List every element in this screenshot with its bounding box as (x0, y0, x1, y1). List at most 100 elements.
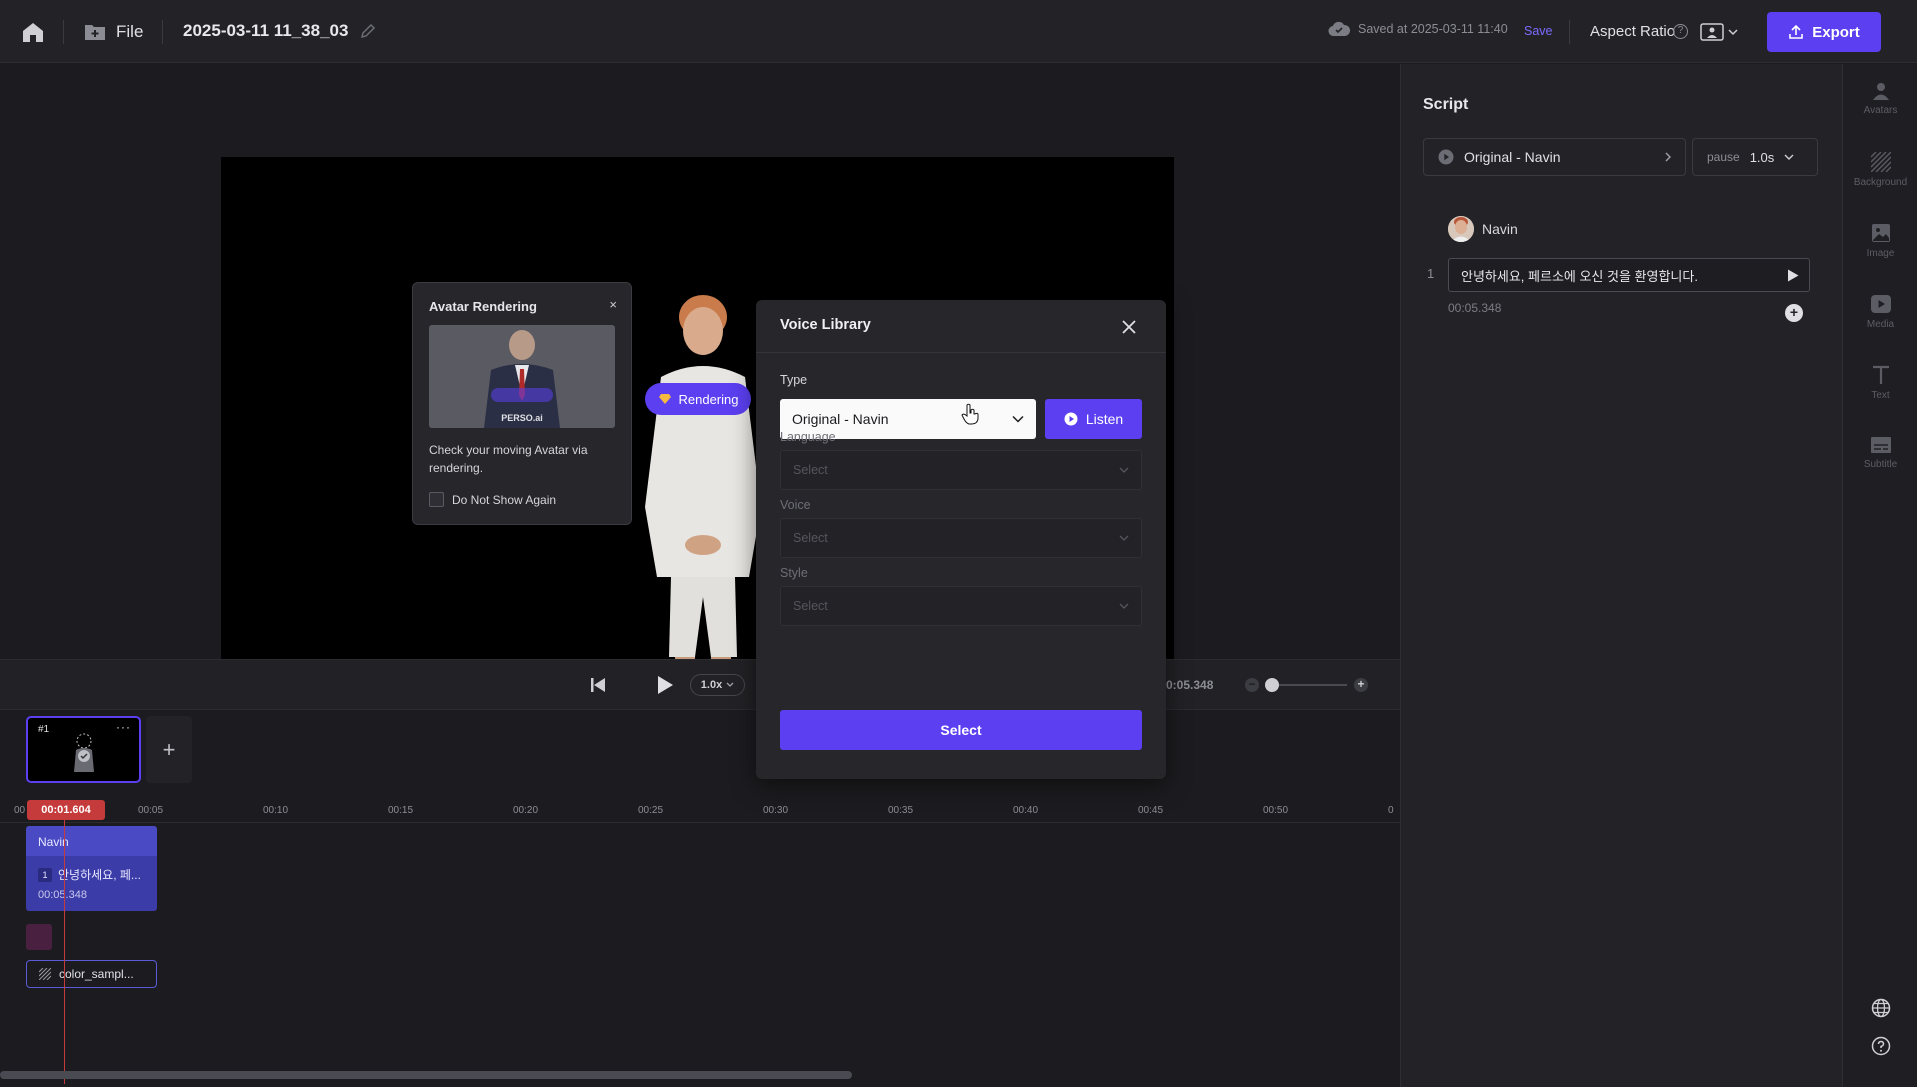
hand-cursor-icon (961, 403, 979, 425)
close-icon[interactable]: × (609, 297, 617, 312)
portrait-icon (1700, 23, 1724, 41)
popover-title: Avatar Rendering (429, 299, 537, 314)
clip-duration: 00:05.348 (38, 889, 87, 901)
chevron-down-icon (1728, 29, 1738, 36)
chevron-down-icon (726, 682, 734, 687)
skip-back-icon[interactable] (590, 677, 606, 693)
play-circle-icon (1438, 149, 1454, 165)
zoom-out-button[interactable]: − (1245, 678, 1259, 692)
export-button[interactable]: Export (1767, 12, 1881, 52)
script-line-text: 안녕하세요, 페르소에 오신 것을 환영합니다. (1461, 268, 1698, 284)
scene-thumbnail[interactable]: #1 ··· (26, 716, 141, 783)
avatar-track-header[interactable]: Navin (26, 826, 157, 856)
modal-title: Voice Library (756, 300, 1166, 353)
voice-select[interactable]: Select (780, 518, 1142, 558)
rail-item-image[interactable]: Image (1843, 223, 1917, 279)
chevron-down-icon (1119, 535, 1129, 541)
tick-label: 00:35 (888, 805, 914, 816)
play-icon[interactable] (656, 675, 674, 695)
chevron-down-icon (1784, 154, 1794, 160)
script-line-input[interactable]: 안녕하세요, 페르소에 오신 것을 환영합니다. (1448, 258, 1810, 292)
checkbox-label: Do Not Show Again (452, 492, 557, 507)
tick-label: 00:45 (1138, 805, 1164, 816)
line-duration: 00:05.348 (1448, 301, 1502, 315)
rail-item-text[interactable]: Text (1843, 365, 1917, 421)
checkbox[interactable] (429, 492, 444, 507)
timeline-scrollbar[interactable] (0, 1071, 852, 1079)
playhead-line[interactable] (64, 814, 65, 1084)
zoom-slider-track[interactable] (1267, 684, 1347, 686)
tick-label: 0 (1388, 805, 1394, 816)
export-label: Export (1812, 23, 1860, 41)
total-duration: 0:05.348 (1166, 678, 1214, 692)
zoom-in-button[interactable]: + (1354, 678, 1368, 692)
image-icon (1871, 224, 1890, 242)
language-label: Language (780, 430, 836, 444)
more-options-icon[interactable]: ··· (116, 720, 131, 734)
hatch-icon (39, 968, 51, 980)
globe-icon[interactable] (1871, 998, 1891, 1018)
style-label: Style (780, 566, 808, 580)
pause-value: 1.0s (1749, 149, 1775, 165)
script-panel: Script Original - Navin pause 1.0s Navin… (1400, 64, 1842, 1087)
upload-icon (1789, 24, 1804, 39)
add-line-button[interactable]: + (1785, 304, 1803, 322)
voice-selector[interactable]: Original - Navin (1423, 138, 1686, 176)
zoom-slider-handle[interactable] (1265, 678, 1279, 692)
time-ruler[interactable]: 00 00:05 00:10 00:15 00:20 00:25 00:30 0… (0, 793, 1400, 823)
play-icon[interactable] (1787, 269, 1799, 282)
pause-label: pause (1707, 150, 1740, 164)
avatar-rendering-popover: Avatar Rendering × PERSO.ai Check your m… (412, 282, 632, 525)
type-select-value: Original - Navin (792, 411, 889, 427)
language-select[interactable]: Select (780, 450, 1142, 490)
help-circle-icon[interactable] (1871, 1036, 1891, 1056)
playback-speed-dropdown[interactable]: 1.0x (690, 674, 745, 696)
select-button[interactable]: Select (780, 710, 1142, 750)
close-icon[interactable] (1122, 320, 1136, 334)
tick-label: 00:25 (638, 805, 664, 816)
background-clip[interactable]: color_sampl... (26, 960, 157, 988)
scene-number: #1 (38, 724, 50, 735)
speed-value: 1.0x (700, 679, 723, 691)
clip-row: 1 안녕하세요, 페... (38, 866, 145, 883)
hatch-icon (1870, 152, 1891, 172)
script-title: Script (1423, 96, 1469, 113)
listen-label: Listen (1085, 411, 1124, 427)
listen-button[interactable]: Listen (1045, 399, 1142, 439)
rail-label: Text (1871, 390, 1890, 401)
add-scene-button[interactable]: + (146, 716, 192, 783)
rail-item-background[interactable]: Background (1843, 152, 1917, 208)
style-select[interactable]: Select (780, 586, 1142, 626)
tick-label: 00:15 (388, 805, 414, 816)
tick-label: 00:10 (263, 805, 289, 816)
rail-item-avatars[interactable]: Avatars (1843, 82, 1917, 138)
rendering-label: Rendering (678, 391, 739, 407)
rail-label: Media (1866, 319, 1895, 330)
playhead-time[interactable]: 00:01.604 (27, 800, 105, 820)
help-icon[interactable]: ? (1673, 24, 1688, 39)
tick-label: 00 (14, 805, 26, 816)
rail-item-subtitle[interactable]: Subtitle (1843, 436, 1917, 492)
save-button[interactable]: Save (1524, 24, 1553, 38)
subtitle-icon (1870, 437, 1891, 453)
audio-track-block[interactable] (26, 924, 52, 950)
voice-label: Voice (780, 498, 811, 512)
script-clip[interactable]: 1 안녕하세요, 페... 00:05.348 (26, 856, 157, 911)
aspect-ratio-dropdown[interactable] (1700, 22, 1742, 42)
tick-label: 00:30 (763, 805, 789, 816)
voice-placeholder: Select (793, 531, 828, 545)
chevron-down-icon (1119, 603, 1129, 609)
style-placeholder: Select (793, 599, 828, 613)
rail-item-media[interactable]: Media (1843, 294, 1917, 350)
rendering-button[interactable]: Rendering (645, 383, 751, 415)
type-label: Type (780, 373, 808, 387)
rail-label: Image (1866, 248, 1895, 259)
text-icon (1872, 365, 1889, 384)
rail-label: Avatars (1863, 105, 1898, 116)
playback-bar: 1.0x 0:05.348 − + (0, 659, 1400, 710)
language-placeholder: Select (793, 463, 828, 477)
line-number: 1 (1427, 266, 1435, 281)
do-not-show-again-checkbox[interactable]: Do Not Show Again (429, 492, 556, 507)
aspect-ratio-label: Aspect Ratio (1590, 23, 1676, 40)
pause-dropdown[interactable]: pause 1.0s (1692, 138, 1818, 176)
